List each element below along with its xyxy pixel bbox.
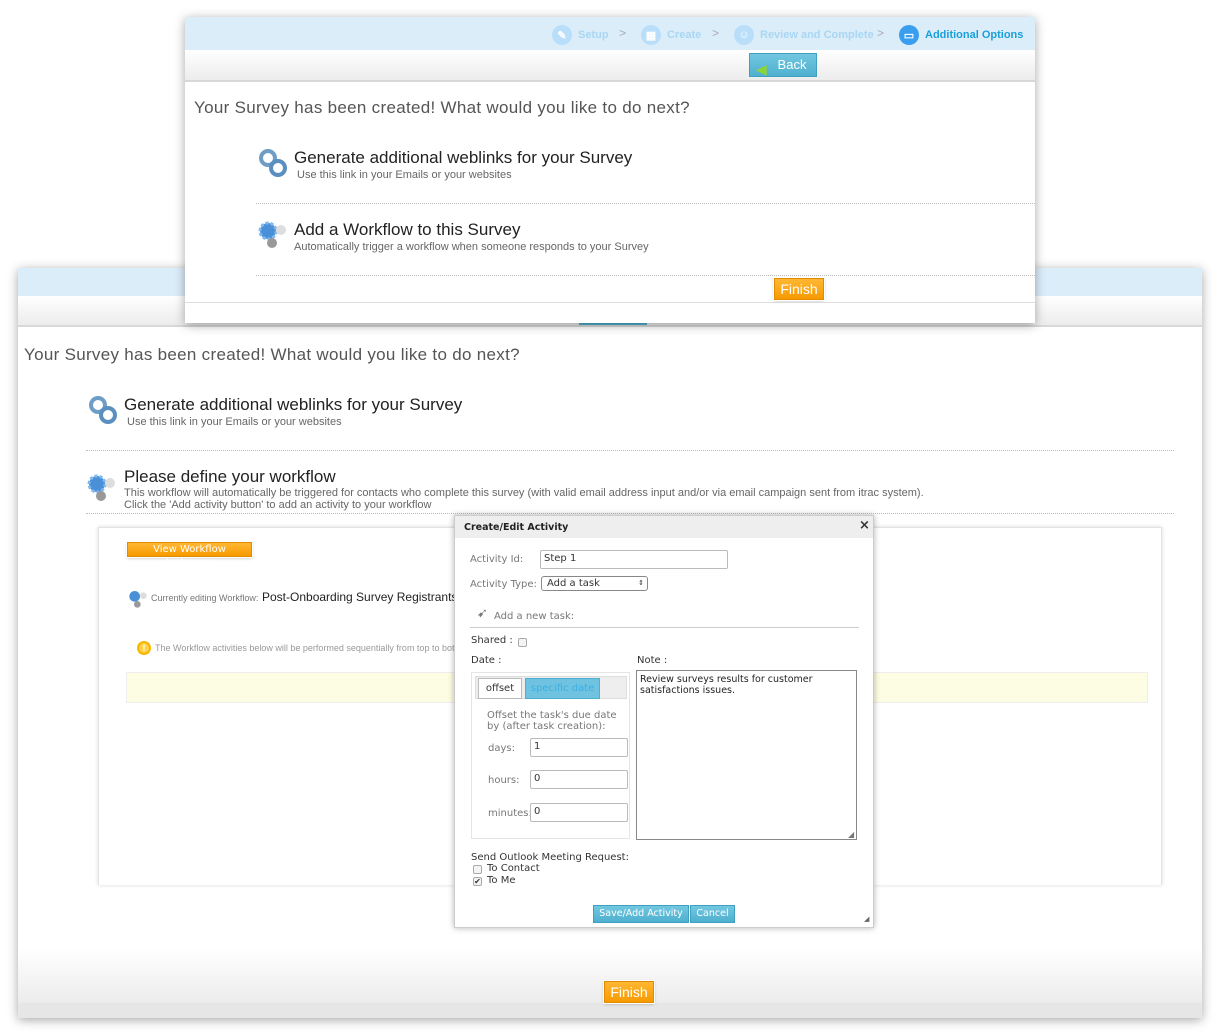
days-input[interactable]: 1: [530, 738, 628, 757]
finish-button[interactable]: Finish: [604, 981, 654, 1003]
page-lead: Your Survey has been created! What would…: [24, 345, 520, 364]
weblinks-option-title[interactable]: Generate additional weblinks for your Su…: [294, 148, 632, 168]
activity-id-label: Activity Id:: [470, 554, 524, 565]
step-label: Create: [667, 29, 702, 41]
workflow-name: Post-Onboarding Survey Registrants W: [262, 590, 473, 604]
days-label: days:: [488, 743, 515, 754]
step-separator: >: [619, 26, 627, 40]
grid-icon: ▦: [641, 25, 661, 45]
activity-type-select[interactable]: Add a task ⇕: [541, 576, 648, 591]
toolbar: ◀ Back: [185, 50, 1035, 82]
page-lead: Your Survey has been created! What would…: [194, 98, 690, 117]
editing-label: Currently editing Workflow:: [151, 593, 259, 603]
tab-offset[interactable]: offset: [478, 678, 522, 699]
section-divider: [470, 627, 859, 628]
to-contact-label: To Contact: [487, 863, 540, 874]
user-icon: ☺: [734, 25, 754, 45]
back-button[interactable]: ◀ Back: [749, 53, 817, 77]
save-add-activity-button[interactable]: Save/Add Activity: [593, 905, 689, 923]
date-panel: offset specific date Offset the task's d…: [471, 672, 630, 839]
workflow-desc-1: This workflow will automatically be trig…: [124, 487, 924, 499]
wizard-header: ✎ Setup > ▦ Create > ☺ Review and Complete …: [185, 17, 1035, 50]
wizard-step-review[interactable]: ☺ Review and Complete: [734, 25, 874, 45]
dialog-title: Create/Edit Activity: [464, 522, 569, 533]
gears-icon: [87, 474, 115, 501]
workflow-title: Please define your workflow: [124, 467, 336, 486]
shared-label: Shared :: [471, 635, 513, 646]
back-arrow-icon: ◀: [756, 61, 767, 77]
gears-icon: [129, 591, 147, 608]
dialog-resize-icon[interactable]: ◢: [864, 915, 869, 923]
divider: [86, 513, 1174, 514]
minutes-input[interactable]: 0: [530, 803, 628, 822]
activity-id-input[interactable]: Step 1: [540, 550, 728, 569]
weblinks-subtitle: Use this link in your Emails or your web…: [127, 416, 342, 428]
step-label: Review and Complete: [760, 29, 874, 41]
info-text: The Workflow activities below will be pe…: [155, 643, 455, 653]
workflow-option-title[interactable]: Add a Workflow to this Survey: [294, 220, 520, 240]
chain-link-icon: [89, 396, 117, 424]
note-textarea[interactable]: Review surveys results for customer sati…: [636, 670, 857, 840]
wizard-step-setup[interactable]: ✎ Setup: [552, 25, 609, 45]
hours-label: hours:: [488, 775, 520, 786]
edit-icon: ✎: [552, 25, 572, 45]
date-label: Date :: [471, 655, 502, 666]
pin-icon: ➹: [477, 606, 488, 621]
footer-divider: [185, 302, 1035, 303]
to-me-label: To Me: [487, 875, 516, 886]
finish-button[interactable]: Finish: [774, 278, 824, 300]
to-me-checkbox[interactable]: ✔: [473, 877, 482, 886]
shared-checkbox[interactable]: [518, 638, 527, 647]
activity-type-value: Add a task: [547, 578, 600, 589]
weblinks-option-subtitle: Use this link in your Emails or your web…: [297, 169, 512, 181]
view-workflow-instances-button[interactable]: View Workflow Instances: [127, 542, 252, 568]
workflow-desc-2: Click the 'Add activity button' to add a…: [124, 499, 432, 511]
workflow-option-subtitle: Automatically trigger a workflow when so…: [294, 241, 649, 253]
activity-type-label: Activity Type:: [470, 579, 537, 590]
chain-link-icon: [259, 149, 287, 177]
divider: [256, 275, 1035, 276]
offset-description: Offset the task's due date by (after tas…: [487, 710, 617, 732]
divider: [86, 450, 1174, 451]
hours-input[interactable]: 0: [530, 770, 628, 789]
weblinks-title[interactable]: Generate additional weblinks for your Su…: [124, 395, 462, 415]
to-contact-checkbox[interactable]: [473, 865, 482, 874]
cancel-button[interactable]: Cancel: [690, 905, 735, 923]
briefcase-icon: ▭: [899, 25, 919, 45]
toolbar-divider: [18, 325, 1202, 327]
survey-options-panel: ✎ Setup > ▦ Create > ☺ Review and Complete …: [185, 17, 1035, 323]
info-icon: !: [137, 641, 151, 655]
note-label: Note :: [637, 655, 668, 666]
step-label: Setup: [578, 29, 609, 41]
close-icon[interactable]: ×: [859, 518, 870, 533]
divider: [256, 203, 1035, 204]
wizard-step-additional-options[interactable]: ▭ Additional Options: [899, 25, 1023, 45]
wizard-step-create[interactable]: ▦ Create: [641, 25, 701, 45]
select-arrows-icon: ⇕: [638, 579, 644, 587]
outlook-label: Send Outlook Meeting Request:: [471, 852, 629, 863]
create-edit-activity-dialog: Create/Edit Activity × Activity Id: Step…: [454, 515, 874, 928]
step-label: Additional Options: [925, 29, 1024, 41]
step-separator: >: [712, 26, 720, 40]
gears-icon: [258, 221, 286, 248]
resize-grip-icon[interactable]: ◢: [848, 830, 854, 839]
step-separator: >: [877, 26, 885, 40]
footer-strip: [18, 1003, 1202, 1018]
section-label: Add a new task:: [494, 611, 575, 622]
minutes-label: minutes:: [488, 808, 532, 819]
back-label: Back: [777, 57, 807, 72]
tab-specific-date[interactable]: specific date: [525, 678, 600, 699]
